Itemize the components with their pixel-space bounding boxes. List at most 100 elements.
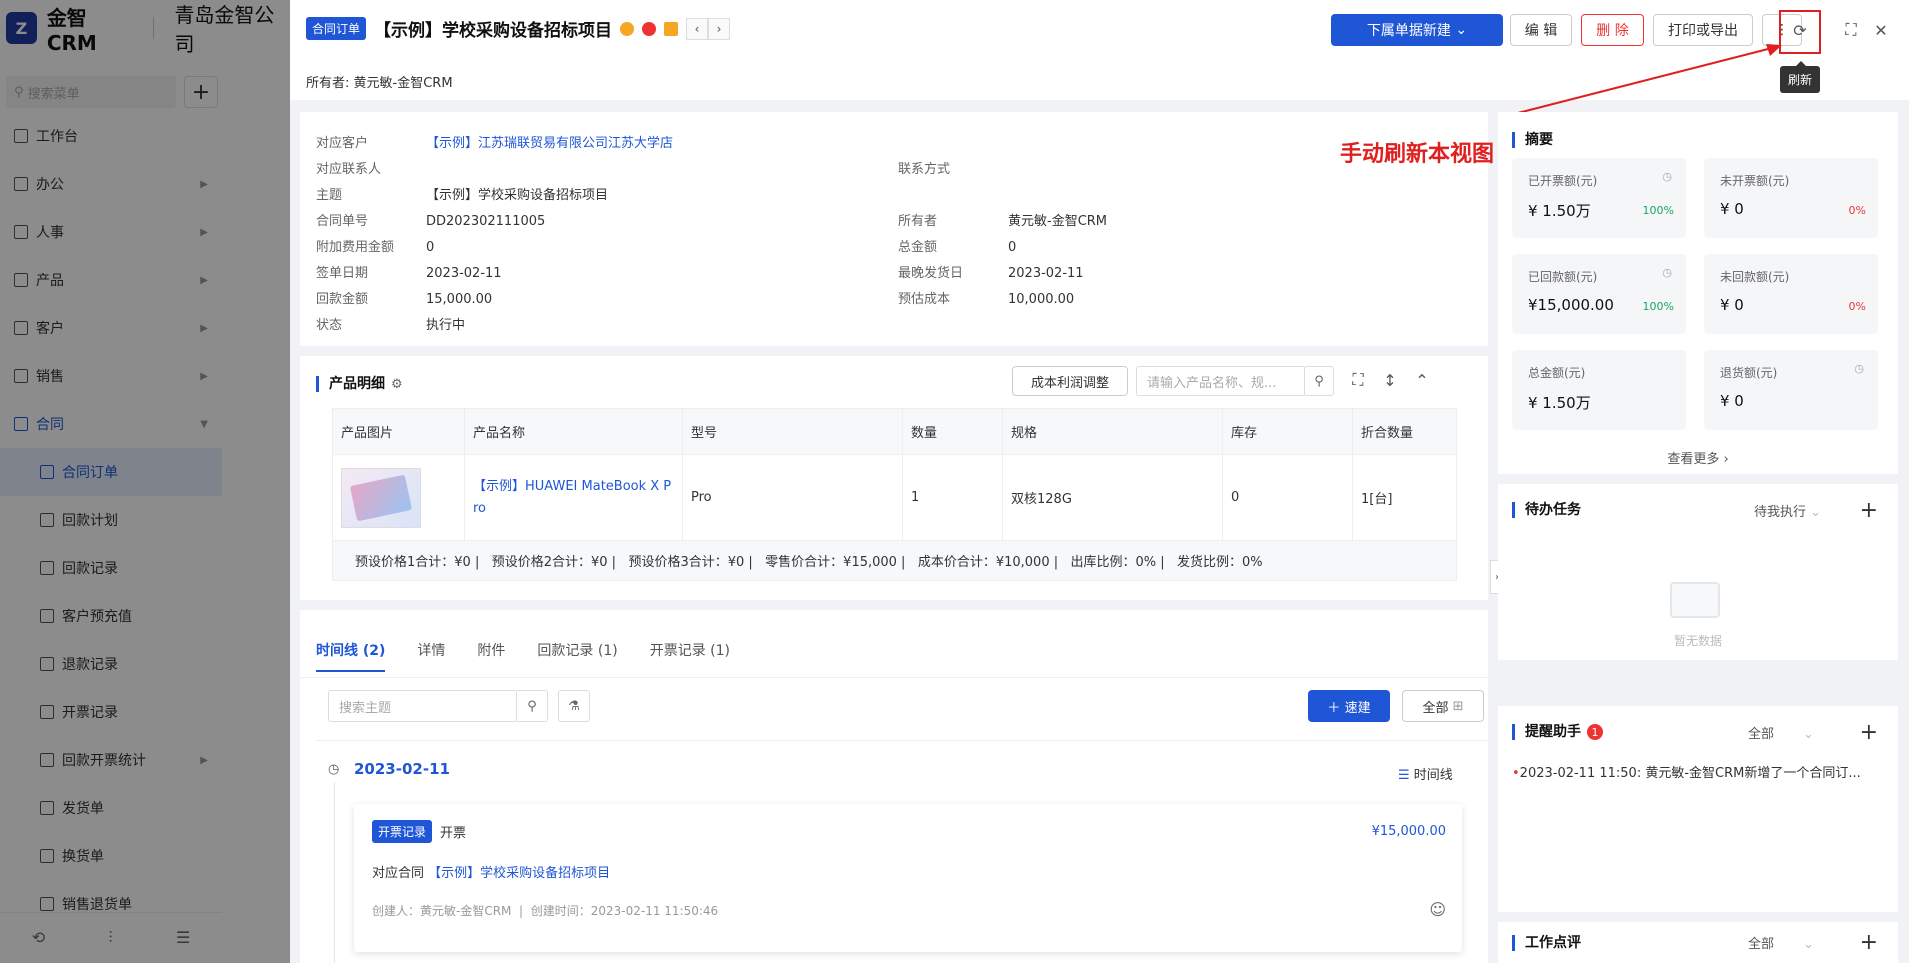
stat-value: ¥15,000.00 <box>1528 296 1614 314</box>
entry-type-tag: 开票记录 <box>372 820 433 843</box>
field-value: 2023-02-11 <box>426 266 502 281</box>
file-icon[interactable] <box>664 21 679 36</box>
search-icon[interactable]: ⚲ <box>516 690 548 722</box>
fullscreen-icon[interactable]: ⛶ <box>1839 18 1863 42</box>
basic-info-card: 对应客户 【示例】江苏瑞联贸易有限公司江苏大学店 对应联系人 联系方式 主题 【示例… <box>300 112 1488 346</box>
panel-header: 待办任务 待我执行 ⌄ + <box>1498 484 1898 536</box>
chevron-up-icon[interactable]: ⌃ <box>1410 368 1434 392</box>
table-header-row: 产品图片 产品名称 型号 数量 规格 库存 折合数量 <box>332 408 1457 455</box>
link-label: 查看更多 <box>1667 452 1720 467</box>
entry-meta: 创建人：黄元敏-金智CRM | 创建时间：2023-02-11 11:50:46 <box>372 904 719 918</box>
stat-percent: 0% <box>1848 300 1866 313</box>
product-search-input[interactable]: 请输入产品名称、规... <box>1136 366 1306 396</box>
cell: 0 <box>1222 454 1353 541</box>
field-contract-no: 合同单号 DD202302111005 <box>316 210 545 229</box>
field-contact: 对应联系人 <box>316 158 426 177</box>
section-title: 产品明细 <box>316 376 385 392</box>
view-more-link[interactable]: 查看更多 › <box>1498 448 1898 467</box>
field-label: 预估成本 <box>898 292 951 307</box>
reminder-text: 2023-02-11 11:50: 黄元敏-金智CRM新增了一个合同订... <box>1519 766 1861 781</box>
expand-icon[interactable]: ⛶ <box>1346 368 1370 392</box>
cost-profit-adjust-button[interactable]: 成本利润调整 <box>1012 366 1128 396</box>
vertical-expand-icon[interactable]: ↕ <box>1378 368 1402 392</box>
stat-label: 退货额(元) <box>1720 366 1778 380</box>
add-review-icon[interactable]: + <box>1860 930 1878 955</box>
add-todo-icon[interactable]: + <box>1860 498 1878 523</box>
select-value: 全部 <box>1748 937 1775 952</box>
column-header: 产品图片 <box>332 408 465 455</box>
detail-drawer: 合同订单 【示例】学校采购设备招标项目 ‹ › 所有者: 黄元敏-金智CRM 下属… <box>290 0 1909 963</box>
tab-payment-records[interactable]: 回款记录 (1) <box>537 640 617 672</box>
field-label: 主题 <box>316 188 343 203</box>
timeline-search-input[interactable]: 搜索主题 <box>328 690 518 722</box>
cell <box>332 454 465 541</box>
field-value: 【示例】学校采购设备招标项目 <box>426 188 609 203</box>
product-name-line: ro <box>473 500 487 516</box>
contract-link[interactable]: 【示例】学校采购设备招标项目 <box>428 866 610 881</box>
stat-label: 未开票额(元) <box>1720 174 1790 188</box>
comment-icon[interactable]: ☺ <box>1429 900 1446 919</box>
tab-attachments[interactable]: 附件 <box>477 640 505 672</box>
stat-value: ¥ 0 <box>1720 392 1744 410</box>
new-sub-document-button[interactable]: 下属单据新建 ⌄ <box>1331 14 1503 46</box>
stat-uninvoiced: 未开票额(元) ¥ 0 0% <box>1704 158 1878 238</box>
search-icon[interactable]: ⚲ <box>1304 366 1334 396</box>
product-table: 产品图片 产品名称 型号 数量 规格 库存 折合数量 【示例】HUAWEI Ma… <box>332 408 1457 541</box>
field-value: DD202302111005 <box>426 214 546 229</box>
column-header: 产品名称 <box>464 408 683 455</box>
filter-icon[interactable]: ⚗ <box>558 690 590 722</box>
entry-amount: ¥15,000.00 <box>1371 824 1446 839</box>
timeline-view-toggle[interactable]: ☰ 时间线 <box>1398 764 1453 783</box>
empty-inbox-icon <box>1670 582 1720 618</box>
quick-create-button[interactable]: ＋ 速建 <box>1308 690 1390 722</box>
stat-total: 总金额(元) ¥ 1.50万 <box>1512 350 1686 430</box>
field-extra-fee: 附加费用金额 0 <box>316 236 434 255</box>
close-icon[interactable]: ✕ <box>1869 18 1893 42</box>
field-sign-date: 签单日期 2023-02-11 <box>316 262 502 281</box>
field-label: 签单日期 <box>316 266 369 281</box>
field-value: 执行中 <box>426 318 466 333</box>
reminder-item[interactable]: •2023-02-11 11:50: 黄元敏-金智CRM新增了一个合同订... <box>1512 762 1861 781</box>
clock-icon: ◷ <box>1662 170 1672 183</box>
add-reminder-icon[interactable]: + <box>1860 720 1878 745</box>
review-filter-select[interactable]: 全部 ⌄ <box>1748 933 1814 952</box>
stat-percent: 100% <box>1642 300 1674 313</box>
all-filter-button[interactable]: 全部 ⊞ <box>1402 690 1484 722</box>
alert-icon[interactable] <box>642 21 657 36</box>
field-label: 所有者 <box>898 214 938 229</box>
timeline-entry[interactable]: 开票记录 开票 ¥15,000.00 对应合同 【示例】学校采购设备招标项目 创… <box>354 804 1462 952</box>
tab-invoice-records[interactable]: 开票记录 (1) <box>650 640 730 672</box>
prev-record-button[interactable]: ‹ <box>686 17 709 40</box>
section-title: 待办任务 <box>1512 502 1581 518</box>
column-header: 数量 <box>902 408 1003 455</box>
field-subject: 主题 【示例】学校采购设备招标项目 <box>316 184 608 203</box>
plus-icon: ＋ <box>1327 700 1341 716</box>
reminder-filter-select[interactable]: 全部 ⌄ <box>1748 723 1814 742</box>
product-name-link[interactable]: 【示例】HUAWEI MateBook X P ro <box>473 476 674 520</box>
tab-bar: 时间线 (2) 详情 附件 回款记录 (1) 开票记录 (1) <box>316 640 730 672</box>
play-icon[interactable] <box>620 21 635 36</box>
settings-icon[interactable]: ⚙ <box>391 377 403 392</box>
next-record-button[interactable]: › <box>708 17 731 40</box>
stat-returned: 退货额(元) ◷ ¥ 0 <box>1704 350 1878 430</box>
modal-overlay[interactable] <box>0 0 290 963</box>
chevron-right-icon: › <box>1723 452 1729 467</box>
product-section-header: 产品明细 ⚙ <box>316 376 403 392</box>
tab-details[interactable]: 详情 <box>417 640 445 672</box>
review-panel: 工作点评 全部 ⌄ + <box>1498 922 1898 963</box>
record-type-tag: 合同订单 <box>306 17 367 40</box>
chevron-down-icon: ⌄ <box>1802 937 1814 952</box>
stat-received: 已回款额(元) ◷ ¥15,000.00 100% <box>1512 254 1686 334</box>
entry-type: 开票 <box>440 826 467 841</box>
product-image[interactable] <box>341 467 421 528</box>
reminder-panel: 提醒助手 1 全部 ⌄ + •2023-02-11 11:50: 黄元敏-金智C… <box>1498 706 1898 912</box>
select-value: 全部 <box>1748 726 1775 742</box>
stat-value: ¥ 1.50万 <box>1528 394 1591 412</box>
annotation-arrow <box>1513 44 1782 115</box>
field-value: 10,000.00 <box>1008 292 1075 307</box>
divider <box>300 677 1488 678</box>
cell: 1 <box>902 454 1003 541</box>
customer-link[interactable]: 【示例】江苏瑞联贸易有限公司江苏大学店 <box>426 136 673 151</box>
todo-filter-select[interactable]: 待我执行 ⌄ <box>1754 501 1821 520</box>
tab-timeline[interactable]: 时间线 (2) <box>316 640 386 672</box>
